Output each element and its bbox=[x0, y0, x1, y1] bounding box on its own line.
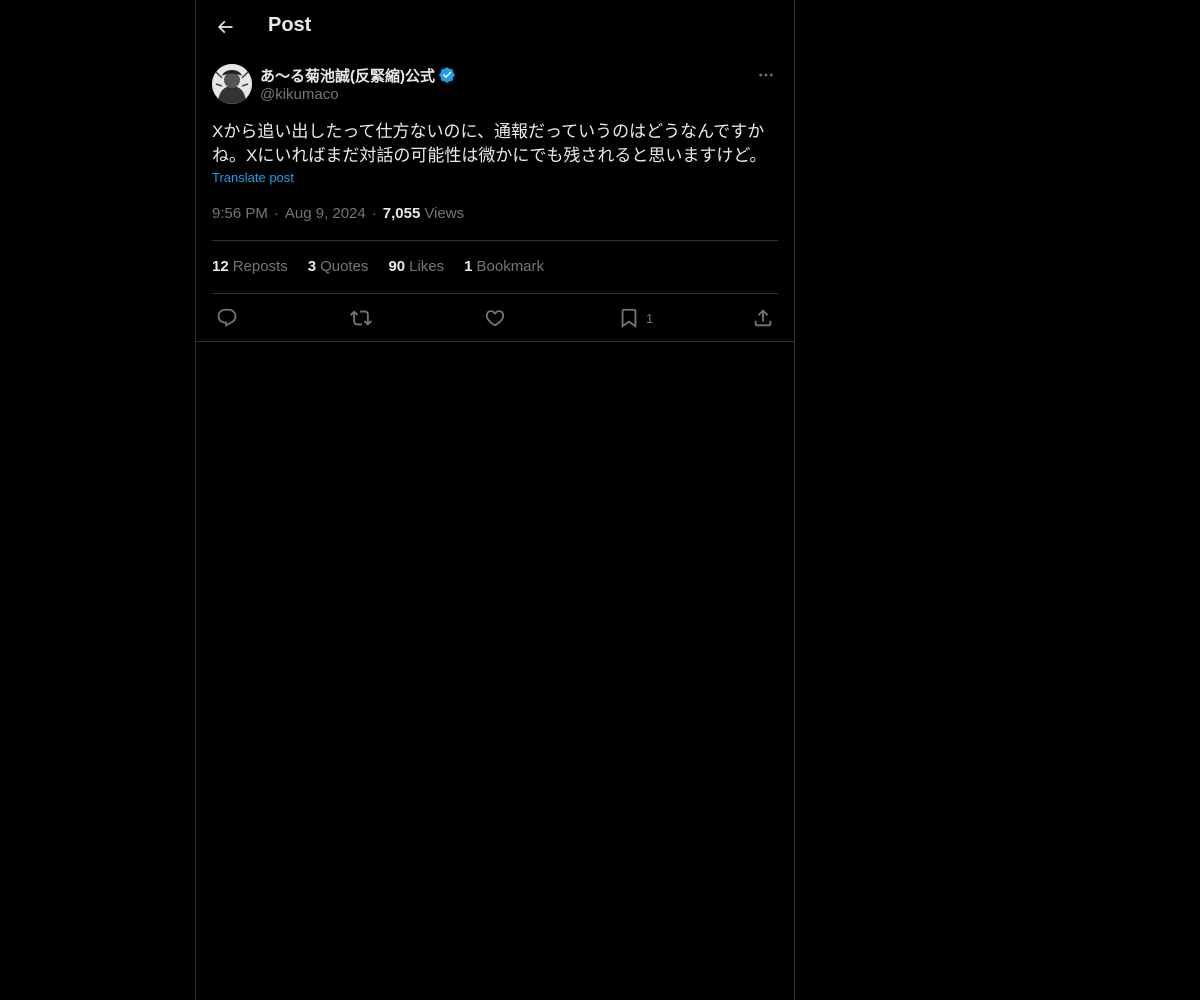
stat-quotes[interactable]: 3 Quotes bbox=[308, 258, 369, 275]
reply-icon bbox=[217, 308, 237, 327]
divider bbox=[212, 240, 778, 241]
stat-bookmarks[interactable]: 1 Bookmark bbox=[464, 258, 544, 275]
stat-count: 3 bbox=[307, 258, 317, 275]
bookmark-count: 1 bbox=[646, 310, 654, 326]
stat-reposts[interactable]: 12 Reposts bbox=[212, 258, 288, 275]
more-icon bbox=[759, 73, 773, 77]
author-block: あ〜る菊池誠(反緊縮)公式 @kikumaco bbox=[260, 64, 456, 104]
share-button[interactable] bbox=[752, 304, 774, 332]
post-meta: 9:56 PM · Aug 9, 2024 · 7,055 Views bbox=[212, 205, 464, 222]
stat-label: Reposts bbox=[232, 258, 288, 275]
post-bottom-border bbox=[196, 341, 794, 342]
post-actions: 1 bbox=[212, 304, 778, 332]
back-button[interactable] bbox=[208, 10, 242, 44]
heart-icon bbox=[485, 310, 505, 327]
avatar[interactable] bbox=[212, 64, 252, 104]
bookmark-button[interactable]: 1 bbox=[618, 304, 653, 332]
verified-badge-icon[interactable] bbox=[438, 66, 456, 84]
like-button[interactable] bbox=[484, 304, 506, 332]
separator-dot: · bbox=[273, 205, 279, 222]
stat-label: Bookmark bbox=[476, 258, 545, 275]
separator-dot: · bbox=[371, 205, 377, 222]
translate-post-link[interactable]: Translate post bbox=[212, 170, 294, 185]
stat-count: 90 bbox=[388, 258, 406, 275]
share-icon bbox=[754, 309, 772, 327]
post-time[interactable]: 9:56 PM bbox=[212, 205, 268, 222]
stat-count: 1 bbox=[464, 258, 473, 275]
more-options-button[interactable] bbox=[754, 64, 778, 86]
reply-button[interactable] bbox=[216, 304, 238, 332]
post-stats: 12 Reposts 3 Quotes 90 Likes 1 Bookmark bbox=[212, 258, 564, 275]
stat-likes[interactable]: 90 Likes bbox=[388, 258, 444, 275]
stat-label: Likes bbox=[409, 258, 445, 275]
post-date[interactable]: Aug 9, 2024 bbox=[285, 205, 366, 222]
page-header: Post bbox=[196, 0, 794, 53]
page-title: Post bbox=[268, 14, 312, 36]
views-count: 7,055 bbox=[382, 205, 421, 222]
stat-label: Quotes bbox=[320, 258, 369, 275]
post-text: Xから追い出したって仕方ないのに、通報だっていうのはどうなんですかね。Xにいれば… bbox=[212, 122, 767, 165]
repost-icon bbox=[350, 310, 372, 326]
divider bbox=[212, 293, 778, 294]
author-handle[interactable]: @kikumaco bbox=[260, 86, 456, 104]
author-name-row: あ〜る菊池誠(反緊縮)公式 bbox=[260, 64, 456, 86]
primary-column: Post あ〜る菊池誠(反緊縮)公式 @kikumaco Xから追い出したって仕… bbox=[195, 0, 795, 1000]
views-label: Views bbox=[424, 205, 465, 222]
repost-button[interactable] bbox=[350, 304, 372, 332]
arrow-left-icon bbox=[217, 20, 233, 34]
stat-count: 12 bbox=[212, 258, 229, 275]
author-name[interactable]: あ〜る菊池誠(反緊縮)公式 bbox=[260, 65, 435, 86]
bookmark-icon bbox=[621, 308, 637, 329]
